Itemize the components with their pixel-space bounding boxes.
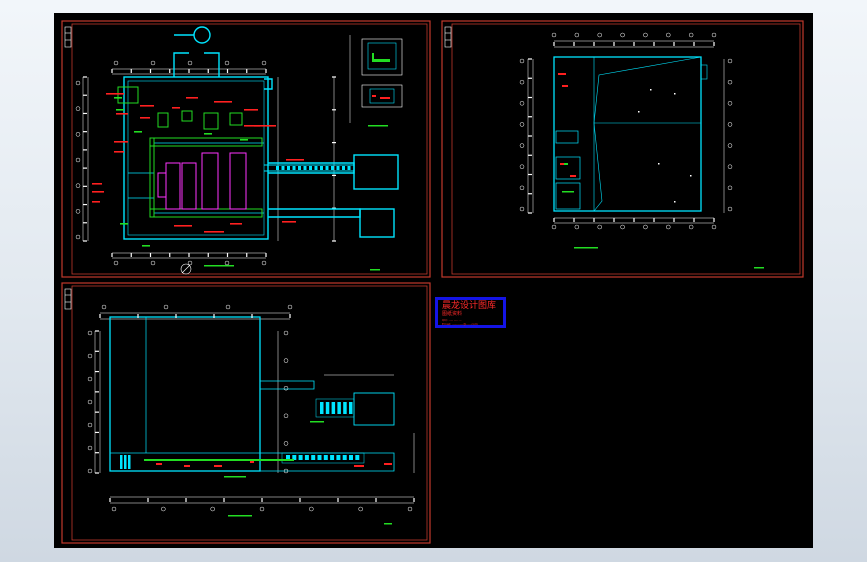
sheet-frame-bottom-left: [61, 282, 431, 544]
cad-model-space[interactable]: 晨龙设计图库 图纸资料 QQ: ---- ---- -- Email: ----…: [54, 13, 813, 548]
architectural-plan-drawing: [87, 304, 415, 525]
logo-title: 晨龙设计图库: [442, 301, 497, 311]
title-strip-icon: [64, 26, 452, 310]
equipment-plan-drawing: [75, 26, 403, 275]
cad-drawing-canvas[interactable]: [54, 13, 813, 548]
sheet-inner-top-right: [451, 23, 801, 275]
sheet-inner-bottom-left: [71, 285, 428, 541]
logo-subtitle: 图纸资料: [442, 311, 463, 317]
logo-contact-line-2: Email: ----------@----.com: [442, 322, 478, 326]
floor-plan-drawing: [519, 32, 764, 269]
sheet-borders: [61, 20, 804, 544]
designer-logo-stamp: 晨龙设计图库 图纸资料 QQ: ---- ---- -- Email: ----…: [435, 297, 506, 328]
sheet-frame-top-right: [441, 20, 804, 278]
